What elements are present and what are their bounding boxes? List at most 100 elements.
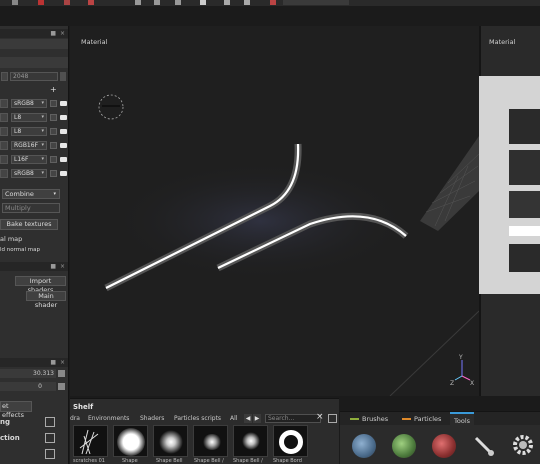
chevron-down-icon: ▾: [41, 142, 44, 148]
scrollbar[interactable]: [60, 72, 66, 81]
shelf-item-shape-bell-3[interactable]: [233, 425, 268, 457]
shelf-item-label: Shape Bell: [156, 458, 183, 464]
texture-row: sRGB8 ▾: [0, 168, 68, 179]
format-select[interactable]: L16F ▾: [11, 155, 47, 164]
green-particle-ball-icon[interactable]: [392, 434, 416, 458]
format-select[interactable]: sRGB8 ▾: [11, 169, 47, 178]
remove-icon[interactable]: [60, 115, 67, 120]
shelf-item-shape-border[interactable]: [273, 425, 308, 457]
texture-slot[interactable]: [0, 155, 8, 164]
tab-all[interactable]: All: [230, 415, 237, 422]
tab-environments[interactable]: Environments: [88, 415, 129, 422]
combine-select[interactable]: Combine ▾: [2, 189, 60, 199]
close-icon[interactable]: ×: [316, 412, 324, 422]
import-shaders-button[interactable]: Import shaders: [15, 276, 66, 294]
view-icon[interactable]: [224, 0, 230, 5]
tool-icon[interactable]: [12, 0, 18, 5]
enable-checkbox[interactable]: [50, 142, 57, 149]
record-icon[interactable]: [64, 0, 70, 5]
texture-slot[interactable]: [0, 141, 8, 150]
tool-icon[interactable]: [270, 0, 276, 5]
value-field[interactable]: 30.313: [0, 369, 56, 378]
remove-icon[interactable]: [60, 157, 67, 162]
soft-brush-icon: [202, 434, 222, 450]
section-label: ng: [0, 418, 10, 426]
format-select[interactable]: L8 ▾: [11, 127, 47, 136]
enable-checkbox[interactable]: [50, 128, 57, 135]
remove-icon[interactable]: [60, 171, 67, 176]
view-icon[interactable]: [200, 0, 206, 5]
normal-map-label: al map: [0, 235, 23, 243]
multiply-select[interactable]: Multiply: [2, 203, 60, 213]
section-checkbox[interactable]: [45, 433, 55, 443]
tab-brushes[interactable]: Brushes: [350, 415, 388, 423]
enable-checkbox[interactable]: [50, 156, 57, 163]
material-swatch: [509, 109, 540, 144]
shelf-item-scratches[interactable]: [73, 425, 108, 457]
blue-particle-ball-icon[interactable]: [352, 434, 376, 458]
brush-tool-icon[interactable]: [472, 434, 496, 458]
chevron-down-icon: ▾: [53, 191, 56, 197]
tool-icon[interactable]: [88, 0, 94, 5]
panel-menu-icon[interactable]: ■ ×: [50, 30, 66, 37]
effects-button[interactable]: et effects: [0, 401, 32, 419]
texture-slot[interactable]: [0, 127, 8, 136]
view-icon[interactable]: [244, 0, 250, 5]
panel-menu-icon[interactable]: ■ ×: [50, 359, 66, 366]
texture-slot[interactable]: [0, 113, 8, 122]
tab-tools[interactable]: Tools: [450, 412, 475, 428]
format-select[interactable]: L8 ▾: [11, 113, 47, 122]
format-select[interactable]: sRGB8 ▾: [11, 99, 47, 108]
remove-icon[interactable]: [60, 129, 67, 134]
texture-row: RGB16F ▾: [0, 140, 68, 151]
texture-row: sRGB8 ▾: [0, 98, 68, 109]
shelf-item-shape-bell[interactable]: [153, 425, 188, 457]
axis-gizmo[interactable]: Y X Z: [450, 354, 474, 387]
remove-icon[interactable]: [60, 101, 67, 106]
transform-icon[interactable]: [154, 0, 160, 5]
material-viewport[interactable]: Material: [479, 26, 540, 396]
tab-dra[interactable]: dra: [70, 415, 80, 422]
shelf-item-label: scratches 01: [73, 458, 105, 464]
floor-edge: [389, 310, 479, 396]
transform-icon[interactable]: [175, 0, 181, 5]
transform-icon[interactable]: [135, 0, 141, 5]
chevron-down-icon: ▾: [41, 156, 44, 162]
grid-view-icon[interactable]: [328, 414, 337, 423]
main-shader-button[interactable]: Main shader: [26, 291, 66, 309]
shelf-search-input[interactable]: Search...: [265, 414, 321, 423]
enable-checkbox[interactable]: [50, 170, 57, 177]
texture-slot[interactable]: [0, 99, 8, 108]
red-particle-ball-icon[interactable]: [432, 434, 456, 458]
resolution-field[interactable]: 2048: [10, 72, 58, 81]
3d-viewport[interactable]: Material Y X Z: [70, 26, 479, 396]
gear-icon[interactable]: [510, 432, 536, 458]
value-field[interactable]: 0: [0, 382, 56, 391]
tab-particles-scripts[interactable]: Particles scripts: [174, 415, 221, 422]
toolbar-field[interactable]: [283, 0, 349, 5]
prev-arrow-icon[interactable]: ◀: [244, 414, 252, 423]
add-icon[interactable]: +: [50, 86, 60, 94]
edit-icon[interactable]: [58, 383, 65, 390]
remove-icon[interactable]: [60, 143, 67, 148]
panel-header: ■ ×: [0, 262, 68, 271]
texture-slot[interactable]: [0, 169, 8, 178]
shelf-item-shape[interactable]: [113, 425, 148, 457]
format-select[interactable]: RGB16F ▾: [11, 141, 47, 150]
section-checkbox[interactable]: [45, 417, 55, 427]
axis-z-label: Z: [450, 380, 454, 387]
shelf-item-shape-bell-2[interactable]: [193, 425, 228, 457]
section-checkbox[interactable]: [45, 449, 55, 459]
next-arrow-icon[interactable]: ▶: [253, 414, 261, 423]
panel-strip: [0, 39, 68, 49]
enable-checkbox[interactable]: [50, 100, 57, 107]
bake-textures-button[interactable]: Bake textures: [0, 219, 58, 230]
close-icon[interactable]: [38, 0, 44, 5]
panel-menu-icon[interactable]: ■ ×: [50, 263, 66, 270]
resolution-box[interactable]: [1, 72, 8, 81]
enable-checkbox[interactable]: [50, 114, 57, 121]
edit-icon[interactable]: [58, 370, 65, 377]
tab-shaders[interactable]: Shaders: [140, 415, 164, 422]
axis-y-label: Y: [458, 354, 463, 361]
tab-particles[interactable]: Particles: [402, 415, 441, 423]
